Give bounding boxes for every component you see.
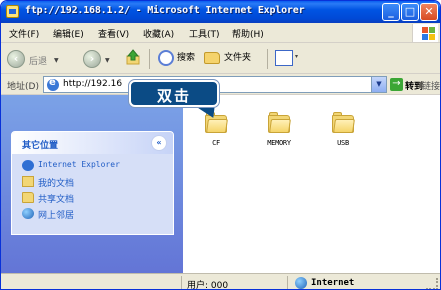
back-arrow-icon: ‹: [7, 50, 25, 68]
other-places-header[interactable]: 其它位置 «: [12, 132, 173, 154]
menu-bar: 文件(F) 编辑(E) 查看(V) 收藏(A) 工具(T) 帮助(H): [1, 23, 440, 43]
ie-page-icon: [47, 77, 59, 91]
place-label: 我的文档: [38, 179, 75, 189]
go-arrow-icon[interactable]: →: [390, 78, 403, 91]
double-click-callout: 双击: [129, 80, 219, 107]
collapse-chevron-icon[interactable]: «: [151, 135, 167, 151]
toolbar: ‹ 后退 ▼ › ▼ 搜索 文件夹 ▾: [1, 44, 440, 74]
title-bar[interactable]: ftp://192.168.1.2/ - Microsoft Internet …: [1, 1, 440, 23]
internet-zone-icon: [295, 277, 307, 289]
content-area: 其它位置 « Internet Explorer 我的文档 共享文档 网上邻居 …: [1, 95, 440, 273]
place-label: 网上邻居: [38, 211, 75, 221]
forward-button[interactable]: › ▼: [83, 48, 117, 70]
folders-icon[interactable]: [204, 52, 220, 64]
network-icon: [22, 208, 34, 219]
toolbar-separator: [267, 49, 268, 69]
status-separator: [287, 276, 288, 289]
status-bar: 用户: 000 Internet: [1, 273, 440, 290]
minimize-button[interactable]: _: [382, 3, 400, 21]
folder-cf[interactable]: CF: [196, 112, 236, 162]
address-value: http://192.16: [63, 79, 123, 89]
windows-flag-icon: [412, 24, 438, 42]
status-user: 用户: 000: [187, 281, 229, 290]
place-label: 共享文档: [38, 195, 75, 205]
menu-file[interactable]: 文件(F): [9, 27, 39, 40]
close-button[interactable]: ✕: [420, 3, 438, 21]
menu-help[interactable]: 帮助(H): [232, 27, 264, 40]
back-label: 后退: [29, 57, 48, 67]
folder-label: USB: [337, 139, 349, 147]
forward-dropdown-icon[interactable]: ▼: [105, 57, 110, 64]
ie-icon: [22, 160, 34, 171]
ftp-folder-icon: [6, 5, 19, 18]
status-zone: Internet: [311, 278, 355, 288]
menu-edit[interactable]: 编辑(E): [53, 27, 84, 40]
back-dropdown-icon[interactable]: ▼: [54, 57, 59, 64]
folder-icon: [268, 112, 291, 133]
views-icon[interactable]: [275, 50, 293, 66]
folders-button-label[interactable]: 文件夹: [224, 50, 251, 63]
folder-icon: [332, 112, 355, 133]
other-places-title: 其它位置: [22, 141, 59, 151]
folder-memory[interactable]: MEMORY: [259, 112, 299, 162]
up-folder-icon[interactable]: [126, 49, 140, 65]
status-separator: [181, 276, 182, 289]
menu-tools[interactable]: 工具(T): [189, 27, 220, 40]
place-label: Internet Explorer: [38, 160, 120, 169]
views-dropdown-icon[interactable]: ▾: [295, 53, 298, 60]
menu-view[interactable]: 查看(V): [98, 27, 129, 40]
address-label: 地址(D): [7, 82, 39, 92]
toolbar-separator: [149, 49, 150, 69]
task-pane: 其它位置 « Internet Explorer 我的文档 共享文档 网上邻居: [1, 95, 183, 273]
shared-folder-icon: [22, 192, 34, 203]
resize-grip[interactable]: [426, 278, 438, 289]
go-button[interactable]: 转到: [405, 79, 423, 92]
search-button-label[interactable]: 搜索: [177, 50, 195, 63]
address-dropdown-icon[interactable]: ▼: [371, 77, 386, 92]
address-bar: 地址(D) http://192.16 ▼ → 转到 链接: [1, 74, 440, 95]
search-icon[interactable]: [158, 50, 174, 66]
menu-favorites[interactable]: 收藏(A): [143, 27, 174, 40]
callout-text: 双击: [156, 87, 191, 105]
documents-icon: [22, 176, 34, 187]
folder-usb[interactable]: USB: [323, 112, 363, 162]
browser-window: ftp://192.168.1.2/ - Microsoft Internet …: [0, 0, 441, 290]
back-button[interactable]: ‹ 后退 ▼: [7, 48, 61, 70]
folder-label: CF: [212, 139, 220, 147]
folder-label: MEMORY: [267, 139, 291, 147]
other-places-panel: 其它位置 « Internet Explorer 我的文档 共享文档 网上邻居: [11, 131, 174, 235]
forward-arrow-icon: ›: [83, 50, 101, 68]
maximize-button[interactable]: □: [401, 3, 419, 21]
window-title: ftp://192.168.1.2/ - Microsoft Internet …: [25, 5, 305, 16]
links-button[interactable]: 链接: [422, 79, 440, 92]
